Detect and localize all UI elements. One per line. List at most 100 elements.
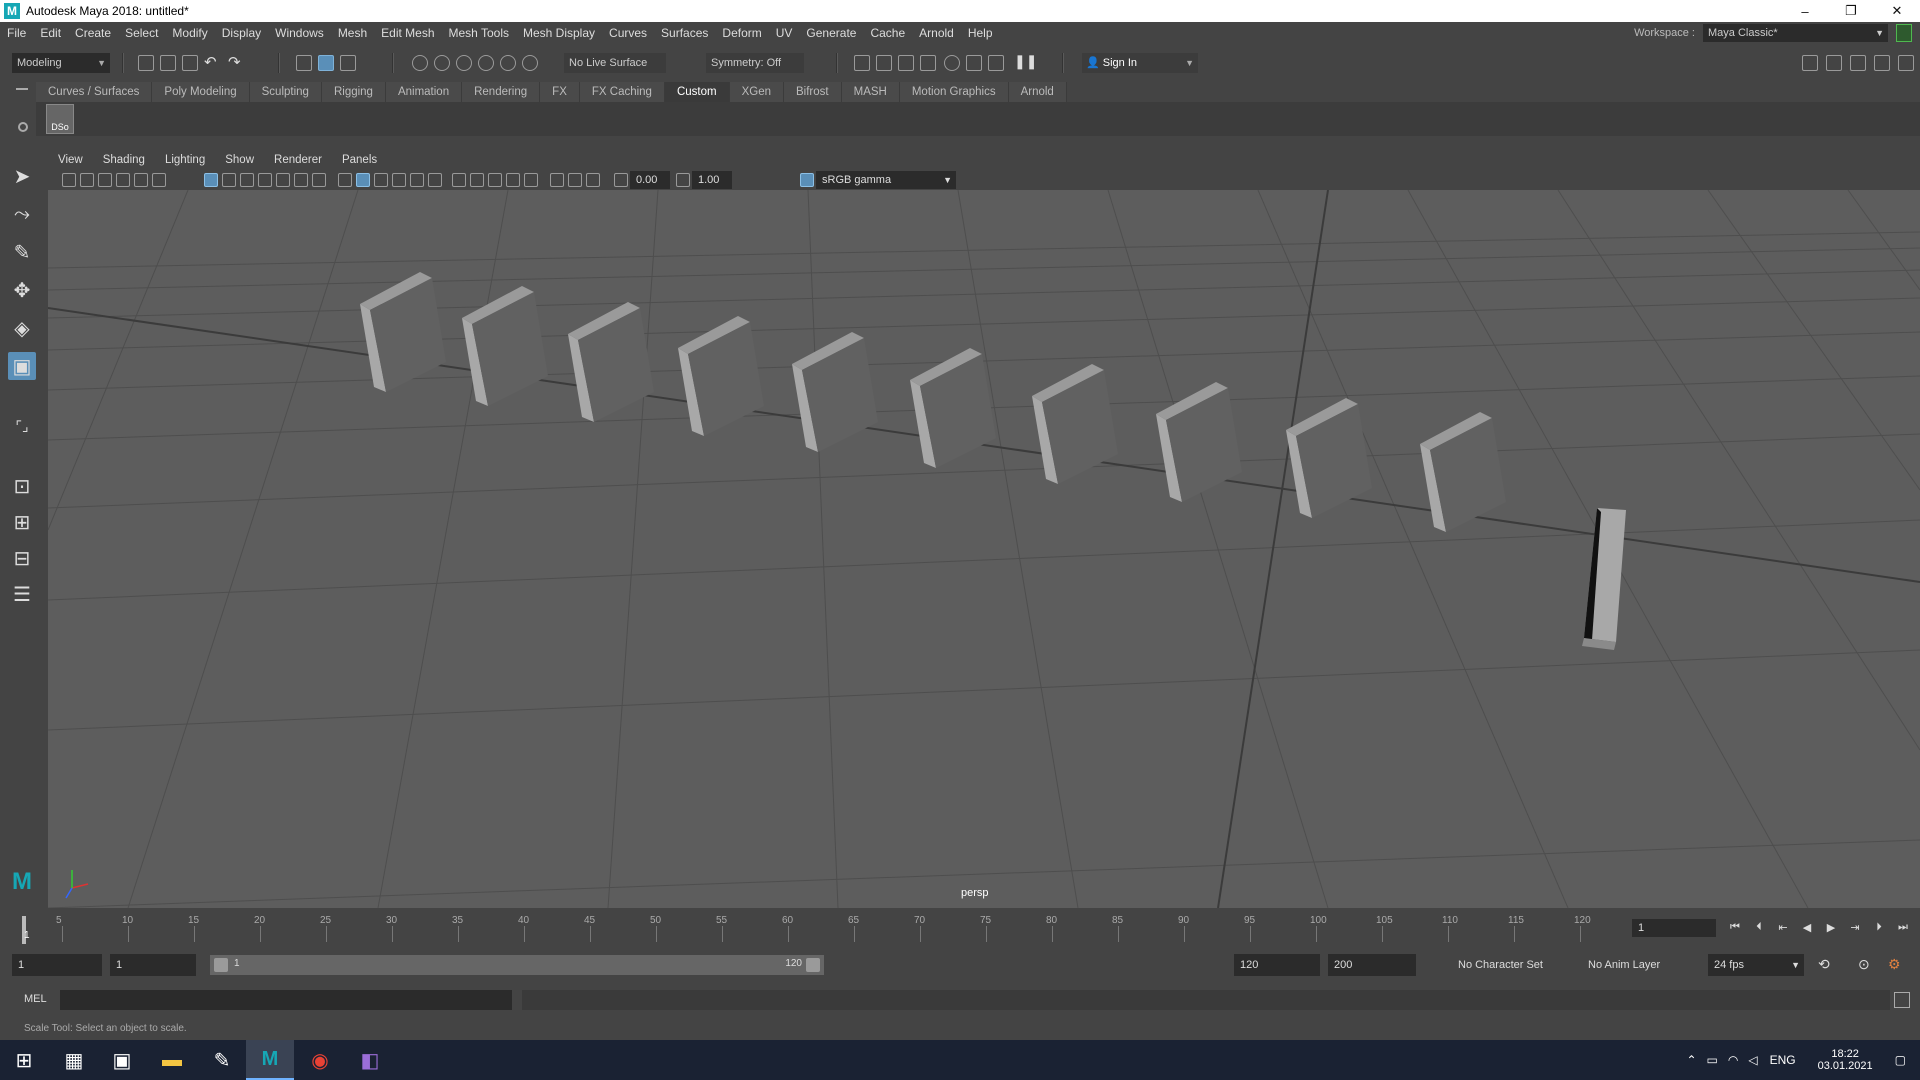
script-editor-icon[interactable] <box>1894 992 1910 1008</box>
menu-mesh-display[interactable]: Mesh Display <box>516 26 602 40</box>
textured-icon[interactable] <box>392 173 406 187</box>
tab-mash[interactable]: MASH <box>841 82 900 102</box>
minimize-button[interactable]: – <box>1782 0 1828 22</box>
color-management-icon[interactable] <box>800 173 814 187</box>
tab-bifrost[interactable]: Bifrost <box>784 82 842 102</box>
resolution-gate-icon[interactable] <box>240 173 254 187</box>
battery-icon[interactable]: ▭ <box>1707 1053 1718 1067</box>
language-indicator[interactable]: ENG <box>1770 1053 1796 1067</box>
step-back-key-icon[interactable]: ⇤ <box>1774 918 1792 936</box>
anti-aliasing-icon[interactable] <box>488 173 502 187</box>
range-slider-end-handle[interactable] <box>806 958 820 972</box>
tab-xgen[interactable]: XGen <box>729 82 785 102</box>
ambient-occlusion-icon[interactable] <box>452 173 466 187</box>
render-settings-icon[interactable] <box>920 55 936 71</box>
single-perspective-layout-icon[interactable]: ⊡ <box>8 472 36 500</box>
outliner-icon[interactable]: ☰ <box>8 580 36 608</box>
attribute-editor-icon[interactable] <box>1826 55 1842 71</box>
select-hierarchy-icon[interactable] <box>296 55 312 71</box>
exposure-icon[interactable] <box>614 173 628 187</box>
playback-end-field[interactable]: 120 <box>1234 954 1320 976</box>
snap-point-icon[interactable] <box>456 55 472 71</box>
play-forwards-icon[interactable]: ▶ <box>1822 918 1840 936</box>
motion-blur-icon[interactable] <box>470 173 484 187</box>
tab-motion-graphics[interactable]: Motion Graphics <box>899 82 1009 102</box>
live-surface-field[interactable]: No Live Surface <box>564 53 666 73</box>
arnold-render-icon[interactable] <box>966 55 982 71</box>
exposure-field[interactable]: 0.00 <box>630 171 670 189</box>
explorer-window-icon[interactable]: ▣ <box>98 1040 146 1080</box>
image-plane-icon[interactable] <box>116 173 130 187</box>
current-frame-field[interactable]: 1 <box>1632 919 1716 937</box>
shelf-settings-icon[interactable] <box>18 122 28 132</box>
anim-preferences-icon[interactable]: ⚙ <box>1888 956 1901 973</box>
render-view-icon[interactable] <box>854 55 870 71</box>
tray-chevron-icon[interactable]: ⌃ <box>1686 1053 1696 1067</box>
grid-icon[interactable] <box>204 173 218 187</box>
wireframe-on-shaded-icon[interactable] <box>374 173 388 187</box>
visual-studio-app-icon[interactable]: ◧ <box>346 1040 394 1080</box>
notepad-app-icon[interactable]: ✎ <box>198 1040 246 1080</box>
paint-select-tool-icon[interactable]: ✎ <box>8 238 36 266</box>
start-button-icon[interactable]: ⊞ <box>0 1040 48 1080</box>
volume-icon[interactable]: ◁ <box>1748 1053 1757 1067</box>
shelf-menu-icon[interactable] <box>16 88 28 90</box>
persp-viewport[interactable] <box>48 190 1920 908</box>
domino-row[interactable] <box>360 272 1626 650</box>
last-tool-icon[interactable]: ⌜⌟ <box>8 412 36 440</box>
menu-select[interactable]: Select <box>118 26 165 40</box>
tab-arnold[interactable]: Arnold <box>1008 82 1067 102</box>
gamma-field[interactable]: 1.00 <box>692 171 732 189</box>
animation-end-field[interactable]: 200 <box>1328 954 1416 976</box>
anim-layer-dropdown[interactable]: No Anim Layer <box>1582 954 1686 976</box>
shelf-button-dso[interactable]: DSo <box>46 104 74 134</box>
channel-box-icon[interactable] <box>1874 55 1890 71</box>
redo-icon[interactable]: ↷ <box>228 53 241 71</box>
depth-of-field-icon[interactable] <box>506 173 520 187</box>
panel-menu-view[interactable]: View <box>48 154 93 166</box>
undo-icon[interactable]: ↶ <box>204 53 217 71</box>
chrome-app-icon[interactable]: ◉ <box>296 1040 344 1080</box>
wifi-icon[interactable]: ◠ <box>1728 1053 1738 1067</box>
xray-joints-icon[interactable] <box>568 173 582 187</box>
tab-animation[interactable]: Animation <box>385 82 463 102</box>
close-button[interactable]: ✕ <box>1874 0 1920 22</box>
menu-arnold[interactable]: Arnold <box>912 26 961 40</box>
menu-cache[interactable]: Cache <box>863 26 912 40</box>
isolate-select-icon[interactable] <box>524 173 538 187</box>
fps-dropdown[interactable]: 24 fps ▼ <box>1708 954 1804 976</box>
scale-tool-icon[interactable]: ▣ <box>8 352 36 380</box>
menu-mesh[interactable]: Mesh <box>331 26 374 40</box>
tab-poly-modeling[interactable]: Poly Modeling <box>152 82 250 102</box>
open-scene-icon[interactable] <box>160 55 176 71</box>
menu-deform[interactable]: Deform <box>715 26 768 40</box>
animation-start-field[interactable]: 1 <box>12 954 102 976</box>
range-slider-start-handle[interactable] <box>214 958 228 972</box>
lasso-tool-icon[interactable]: ⤳ <box>8 200 36 228</box>
shadows-icon[interactable] <box>428 173 442 187</box>
symmetry-dropdown[interactable]: Symmetry: Off <box>706 53 804 73</box>
menu-curves[interactable]: Curves <box>602 26 654 40</box>
use-all-lights-icon[interactable] <box>410 173 424 187</box>
gate-mask-icon[interactable] <box>258 173 272 187</box>
snap-custom-icon[interactable] <box>522 55 538 71</box>
four-view-layout-icon[interactable]: ⊞ <box>8 508 36 536</box>
restore-button[interactable]: ❐ <box>1828 0 1874 22</box>
go-to-end-icon[interactable]: ⏭ <box>1894 918 1912 936</box>
grease-pencil-icon[interactable] <box>152 173 166 187</box>
layer-editor-icon[interactable] <box>1898 55 1914 71</box>
two-d-pan-zoom-icon[interactable] <box>134 173 148 187</box>
time-slider-track[interactable]: 1 5 10 15 20 25 30 35 40 45 50 55 60 65 70 75 80 85 90 95 1… <box>22 912 1622 944</box>
panel-menu-shading[interactable]: Shading <box>93 154 155 166</box>
menu-edit-mesh[interactable]: Edit Mesh <box>374 26 441 40</box>
move-tool-icon[interactable]: ✥ <box>8 276 36 304</box>
maya-taskbar-icon[interactable]: M <box>246 1040 294 1080</box>
notifications-icon[interactable]: ▢ <box>1895 1053 1906 1067</box>
render-frame-icon[interactable] <box>876 55 892 71</box>
select-component-icon[interactable] <box>340 55 356 71</box>
command-language-label[interactable]: MEL <box>24 993 47 1005</box>
snap-grid-icon[interactable] <box>412 55 428 71</box>
persp-outliner-layout-icon[interactable]: ⊟ <box>8 544 36 572</box>
clock[interactable]: 18:22 03.01.2021 <box>1818 1048 1873 1072</box>
tab-custom[interactable]: Custom <box>664 82 730 102</box>
